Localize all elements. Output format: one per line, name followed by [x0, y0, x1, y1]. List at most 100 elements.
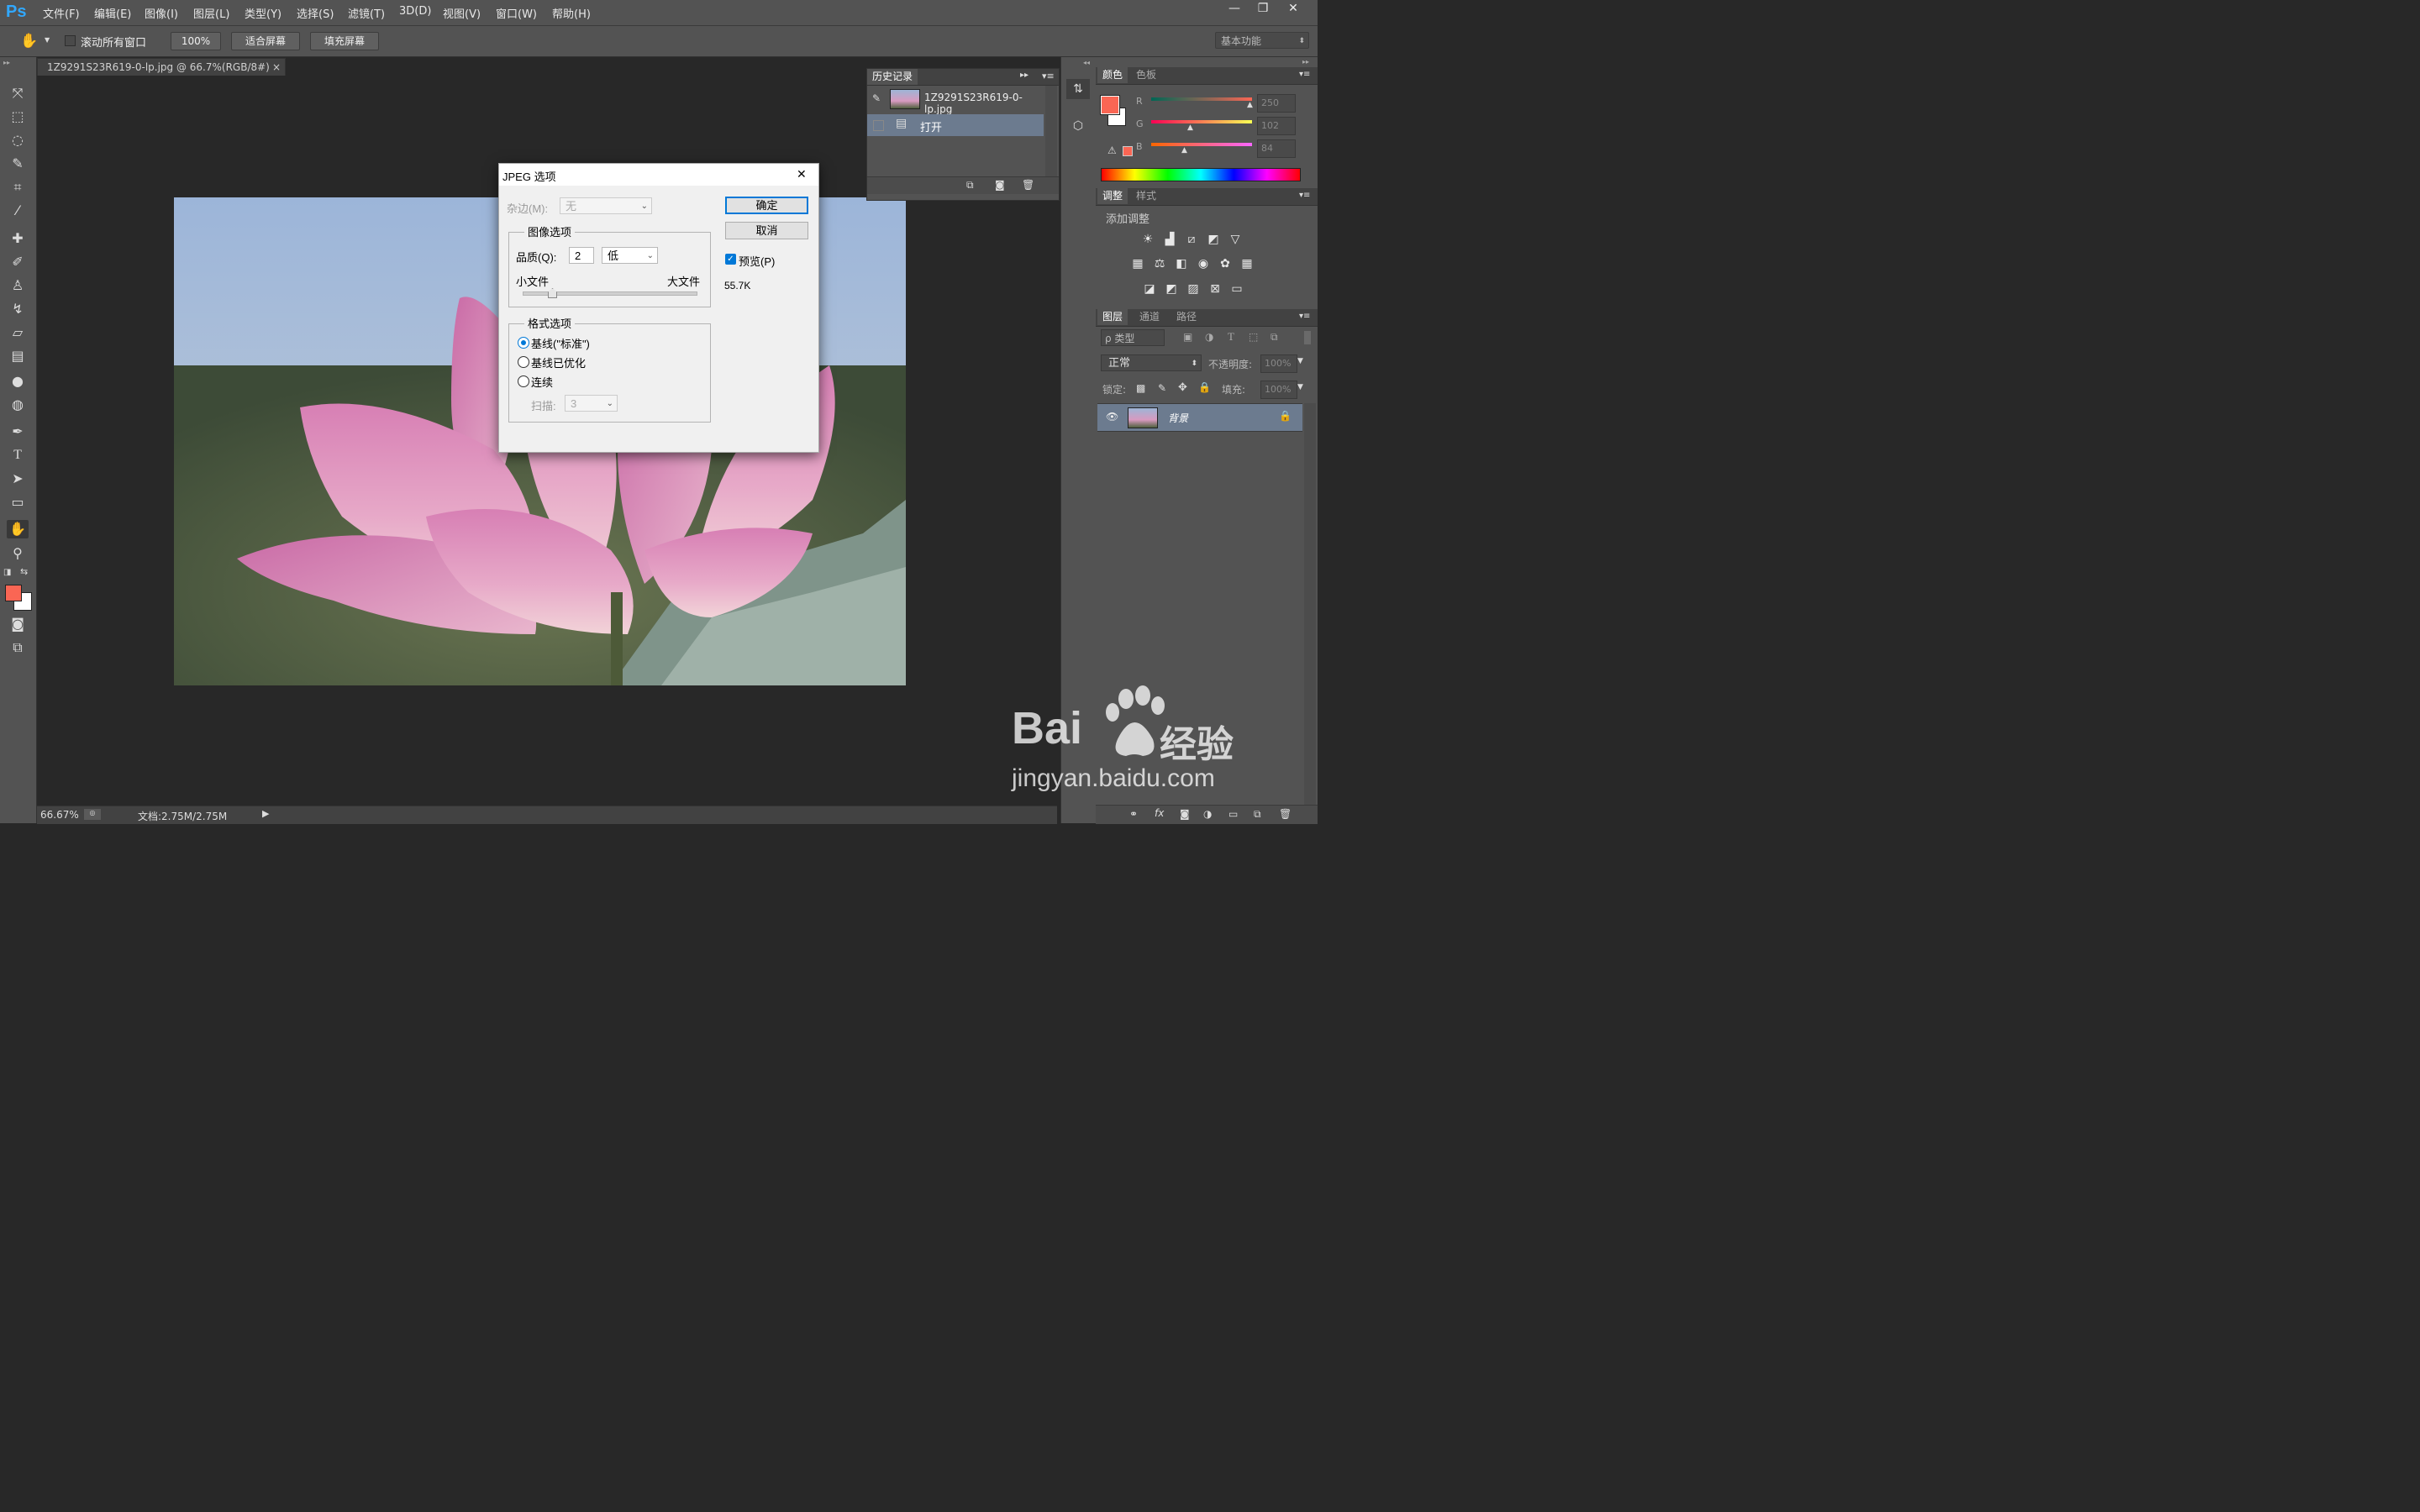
filter-pixel-icon[interactable]: ▣ [1183, 331, 1192, 343]
menu-type[interactable]: 类型(Y) [245, 5, 281, 21]
tab-styles[interactable]: 样式 [1131, 188, 1161, 204]
quick-mask-icon[interactable]: ◙ [7, 615, 29, 633]
new-layer-icon[interactable]: ⧉ [1254, 808, 1261, 821]
tab-history[interactable]: 历史记录 [867, 69, 918, 85]
opacity-field[interactable]: 100% [1260, 354, 1297, 373]
tool-preset-chevron-icon[interactable]: ▼ [45, 36, 50, 44]
new-adjustment-layer-icon[interactable]: ◑ [1203, 808, 1212, 820]
menu-filter[interactable]: 滤镜(T) [348, 5, 385, 21]
layers-scrollbar[interactable] [1304, 403, 1316, 805]
color-panel-menu-icon[interactable]: ▾≡ [1299, 70, 1310, 79]
history-step-checkbox[interactable] [873, 120, 884, 131]
black-white-icon[interactable]: ◧ [1173, 257, 1190, 270]
panel-expand-icon[interactable]: ▸▸ [1020, 71, 1028, 80]
lock-position-icon[interactable]: ✥ [1178, 381, 1187, 394]
foreground-color-swatch[interactable] [5, 585, 22, 601]
format-optimized-radio[interactable] [518, 356, 529, 368]
close-tab-icon[interactable]: × [272, 59, 281, 76]
threshold-icon[interactable]: ▨ [1185, 282, 1202, 296]
green-value-field[interactable]: 102 [1257, 117, 1296, 135]
filter-toggle[interactable] [1304, 331, 1311, 344]
marquee-tool-icon[interactable]: ⬚ [7, 108, 29, 126]
history-snapshot-row[interactable]: ✎ 1Z9291S23R619-0-lp.jpg [867, 86, 1044, 115]
gamut-swatch[interactable] [1123, 146, 1133, 156]
menu-3d[interactable]: 3D(D) [399, 5, 431, 18]
adjustments-panel-menu-icon[interactable]: ▾≡ [1299, 191, 1310, 200]
green-slider[interactable] [1151, 120, 1252, 123]
blue-slider-thumb-icon[interactable]: ▲ [1181, 146, 1187, 155]
scans-select[interactable]: 3 ⌄ [565, 395, 618, 412]
quality-input[interactable]: 2 [569, 247, 594, 264]
history-brush-source-icon[interactable]: ✎ [872, 92, 881, 104]
fill-chevron-icon[interactable]: ▼ [1297, 383, 1303, 391]
filter-type-icon[interactable]: T [1228, 330, 1234, 344]
selective-color-icon[interactable]: ⊠ [1207, 282, 1223, 296]
color-balance-icon[interactable]: ⚖ [1151, 257, 1168, 270]
collapse-dock-icon[interactable]: ▸▸ [1302, 58, 1309, 66]
history-brush-tool-icon[interactable]: ↯ [7, 300, 29, 318]
color-spectrum-bar[interactable] [1101, 168, 1301, 181]
pen-tool-icon[interactable]: ✒ [7, 423, 29, 441]
invert-icon[interactable]: ◪ [1141, 282, 1158, 296]
red-value-field[interactable]: 250 [1257, 94, 1296, 113]
swap-colors-icon[interactable]: ⇆ [20, 566, 28, 577]
layer-name[interactable]: 背景 [1168, 411, 1188, 425]
menu-edit[interactable]: 编辑(E) [94, 5, 131, 21]
hand-tool-icon[interactable]: ✋ [20, 33, 38, 50]
curves-icon[interactable]: ⧄ [1183, 233, 1200, 246]
levels-icon[interactable]: ▟ [1161, 233, 1178, 246]
layer-fx-icon[interactable]: fx [1155, 807, 1164, 819]
tab-swatches[interactable]: 色板 [1131, 67, 1161, 83]
eraser-tool-icon[interactable]: ▱ [7, 323, 29, 342]
collapse-toolbox-icon[interactable]: ▸▸ [3, 59, 10, 66]
lasso-tool-icon[interactable]: ◌ [7, 131, 29, 150]
filter-shape-icon[interactable]: ⬚ [1249, 331, 1258, 343]
cancel-button[interactable]: 取消 [725, 222, 808, 239]
crop-tool-icon[interactable]: ⌗ [7, 178, 29, 197]
panel-menu-icon[interactable]: ▾≡ [1042, 71, 1055, 81]
trash-icon[interactable]: 🗑 [1022, 179, 1034, 191]
filter-adjustment-icon[interactable]: ◑ [1205, 331, 1213, 343]
close-window-button[interactable]: ✕ [1279, 0, 1307, 18]
preview-checkbox[interactable]: ✓ [725, 254, 736, 265]
eyedropper-tool-icon[interactable]: ⁄ [7, 202, 29, 220]
healing-brush-tool-icon[interactable]: ✚ [7, 229, 29, 248]
link-layers-icon[interactable]: ⚭ [1129, 808, 1138, 820]
default-colors-icon[interactable]: ◨ [3, 568, 11, 577]
collapse-strip-icon[interactable]: ◂◂ [1083, 59, 1090, 66]
camera-icon[interactable]: ◙ [995, 179, 1005, 191]
3d-panel-icon[interactable]: ⬡ [1066, 116, 1090, 136]
blue-slider[interactable] [1151, 143, 1252, 146]
channel-mixer-icon[interactable]: ✿ [1217, 257, 1234, 270]
fg-color-swatch[interactable] [1100, 95, 1120, 115]
menu-image[interactable]: 图像(I) [145, 5, 178, 21]
filter-smart-object-icon[interactable]: ⧉ [1270, 331, 1278, 344]
tab-adjustments[interactable]: 调整 [1097, 188, 1128, 204]
lock-all-icon[interactable]: 🔒 [1198, 381, 1211, 393]
blend-mode-select[interactable]: 正常 ⬍ [1101, 354, 1202, 371]
gradient-map-icon[interactable]: ▭ [1228, 282, 1245, 296]
tab-paths[interactable]: 路径 [1171, 309, 1202, 325]
move-tool-icon[interactable]: ⤧ [7, 84, 29, 102]
menu-file[interactable]: 文件(F) [43, 5, 80, 21]
stamp-tool-icon[interactable]: ♙ [7, 276, 29, 295]
tab-channels[interactable]: 通道 [1134, 309, 1165, 325]
zoom-readout[interactable]: 66.67% [40, 809, 79, 821]
tab-color[interactable]: 颜色 [1097, 67, 1128, 83]
blur-tool-icon[interactable]: ● [7, 372, 29, 391]
scroll-all-checkbox[interactable] [65, 35, 76, 46]
history-step-row[interactable]: ▤ 打开 [867, 114, 1044, 136]
zoom-tool-icon[interactable]: ⚲ [7, 544, 29, 563]
layers-panel-menu-icon[interactable]: ▾≡ [1299, 312, 1310, 321]
history-scrollbar[interactable] [1045, 86, 1057, 176]
document-tab[interactable]: 1Z9291S23R619-0-lp.jpg @ 66.7%(RGB/8#) × [37, 58, 286, 76]
menu-select[interactable]: 选择(S) [297, 5, 334, 21]
fit-screen-button[interactable]: 适合屏幕 [231, 32, 300, 50]
hue-saturation-icon[interactable]: ▦ [1129, 257, 1146, 270]
blue-value-field[interactable]: 84 [1257, 139, 1296, 158]
fill-field[interactable]: 100% [1260, 381, 1297, 399]
gradient-tool-icon[interactable]: ▤ [7, 347, 29, 365]
menu-help[interactable]: 帮助(H) [552, 5, 591, 21]
menu-window[interactable]: 窗口(W) [496, 5, 537, 21]
status-menu-arrow-icon[interactable]: ▶ [262, 808, 269, 819]
